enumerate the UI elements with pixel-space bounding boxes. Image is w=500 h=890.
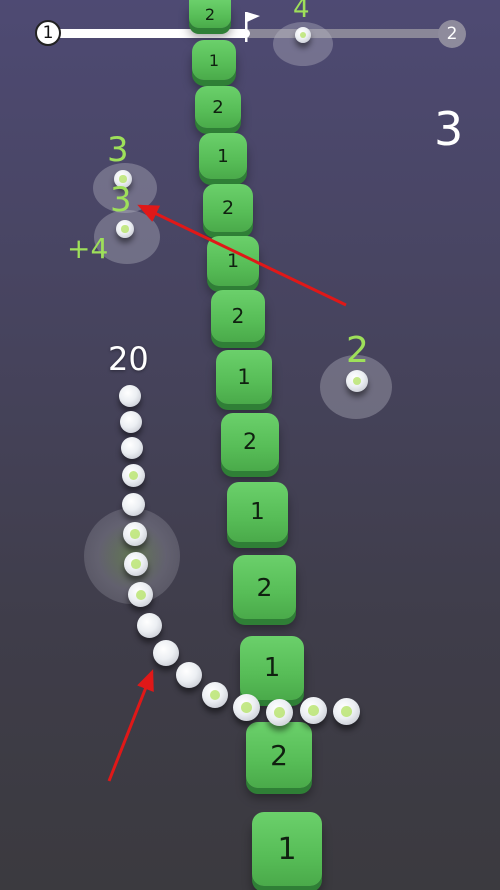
block-value: 2: [256, 572, 273, 602]
block-tile: 2: [211, 290, 265, 342]
block-value: 1: [208, 50, 220, 70]
pickup-ball: [295, 27, 311, 43]
block-tile: 1: [252, 812, 322, 886]
block-value: 2: [221, 197, 235, 219]
snake-segment: [137, 613, 162, 638]
block-value: 1: [217, 145, 229, 167]
block-tile: 1: [207, 236, 259, 286]
game-scene[interactable]: 1 2 3 2 1 2 1 2 1 2 1 2 1 2 1 2 1 4 3 3 …: [0, 0, 500, 890]
pickup-value: 3: [110, 180, 132, 220]
block-value: 2: [231, 304, 245, 328]
block-value: 1: [277, 831, 297, 867]
block-value: 2: [243, 429, 257, 455]
snake-segment: [122, 493, 145, 516]
snake-segment: [202, 682, 228, 708]
finish-flag-icon: [245, 12, 260, 42]
snake-head: [333, 698, 360, 725]
snake-segment: [123, 522, 147, 546]
block-tile: 1: [216, 350, 272, 404]
snake-segment: [128, 582, 153, 607]
level-progress-bar: 1 2: [0, 0, 500, 70]
snake-segment: [121, 437, 143, 459]
snake-segment: [119, 385, 141, 407]
snake-segment: [300, 697, 327, 724]
snake-segment: [153, 640, 179, 666]
score-counter: 3: [434, 102, 464, 156]
block-value: 2: [270, 738, 288, 772]
snake-segment: [122, 464, 145, 487]
snake-segment: [233, 694, 260, 721]
snake-segment: [120, 411, 142, 433]
snake-length-counter: 20: [108, 340, 149, 378]
pickup-value: 3: [107, 130, 129, 170]
block-tile: 1: [240, 636, 304, 700]
red-arrow-lower: [107, 669, 154, 782]
pickup-value: 4: [293, 0, 310, 24]
block-tile: 2: [246, 722, 312, 788]
block-tile: 2: [195, 86, 241, 128]
bonus-popup-text: +4: [67, 232, 109, 265]
block-tile: 2: [221, 413, 279, 471]
next-level-indicator: 2: [438, 20, 466, 48]
block-tile: 2: [233, 555, 296, 619]
block-value: 2: [212, 96, 224, 118]
block-value: 1: [250, 499, 265, 525]
block-value: 1: [226, 250, 240, 272]
block-value: 2: [204, 4, 216, 24]
block-value: 1: [263, 653, 281, 683]
current-level-indicator: 1: [35, 20, 61, 46]
block-value: 1: [237, 365, 251, 389]
pickup-value: 2: [346, 330, 369, 371]
snake-segment: [266, 699, 293, 726]
block-tile: 1: [227, 482, 288, 542]
snake-segment: [124, 552, 148, 576]
block-tile: 2: [203, 184, 253, 232]
block-tile: 2: [189, 0, 231, 28]
progress-fill: [55, 29, 250, 38]
block-tile: 1: [199, 133, 247, 179]
pickup-ball: [346, 370, 368, 392]
block-tile: 1: [192, 40, 236, 80]
snake-segment: [176, 662, 202, 688]
pickup-ball: [116, 220, 134, 238]
